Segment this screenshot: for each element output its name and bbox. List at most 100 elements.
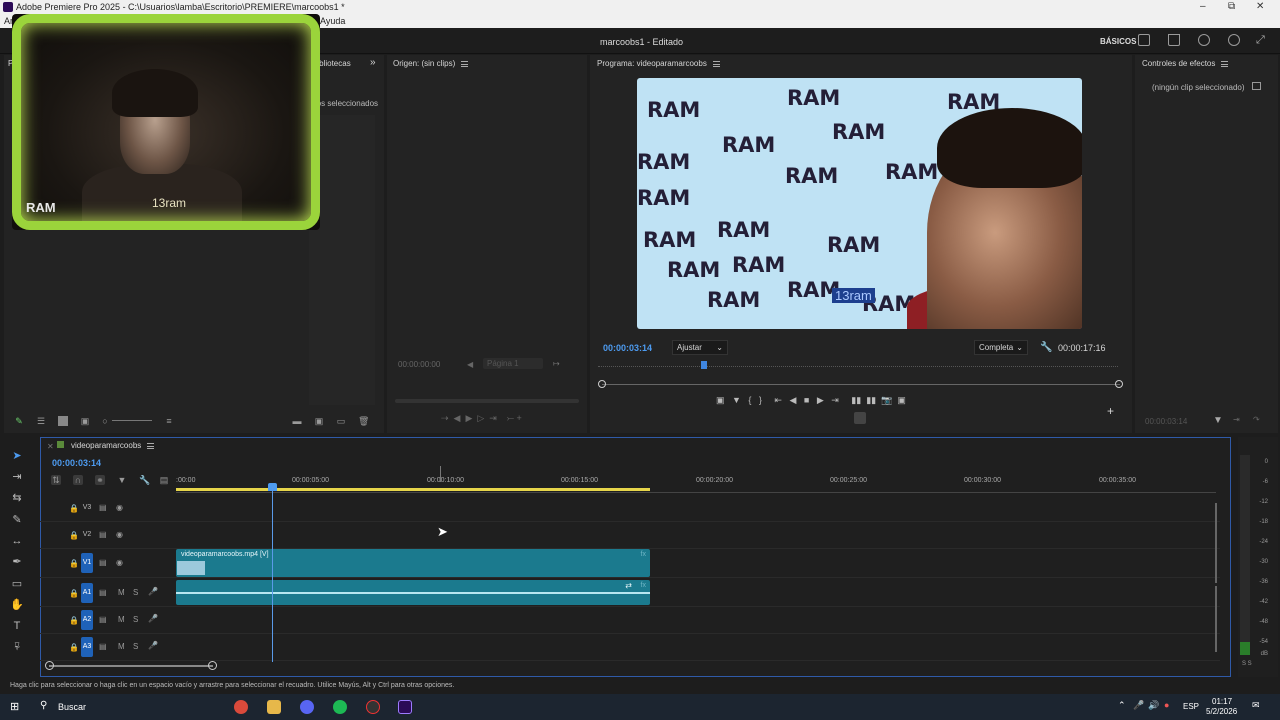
track-select-tool-icon[interactable]: ⇥ — [10, 470, 24, 484]
solo-button[interactable]: S — [133, 615, 138, 624]
linked-selection-icon[interactable]: ⚭ — [95, 475, 105, 485]
list-view-icon[interactable]: ☰ — [36, 416, 46, 426]
work-area-bar[interactable] — [176, 488, 650, 491]
sync-lock-icon[interactable]: ▤ — [99, 642, 107, 651]
sort-icon[interactable]: ≡ — [164, 416, 174, 426]
clock-time[interactable]: 01:17 — [1212, 697, 1232, 706]
snap-icon[interactable]: ∩ — [73, 475, 83, 485]
automate-icon[interactable]: ▬ — [292, 416, 302, 426]
track-a3[interactable]: 🔒 A3 ▤ M S 🎤 — [40, 634, 1220, 661]
clock-date[interactable]: 5/2/2026 — [1206, 707, 1237, 716]
mute-button[interactable]: M — [118, 642, 125, 651]
workspace-label[interactable]: BÁSICOS — [1100, 37, 1136, 46]
hand-tool-icon[interactable]: ✋ — [10, 598, 24, 612]
sync-lock-icon[interactable]: ▤ — [99, 503, 107, 512]
fit-select[interactable]: Ajustar ⌄ — [672, 340, 728, 355]
close-button[interactable]: ✕ — [1256, 1, 1264, 12]
file-explorer-icon[interactable] — [267, 700, 281, 714]
type-tool-icon[interactable]: T — [10, 619, 24, 633]
audio-clip[interactable]: ⇄ fx — [176, 580, 650, 605]
microphone-icon[interactable]: 🎤 — [148, 641, 158, 650]
zoom-handle-left[interactable] — [598, 380, 606, 388]
lock-icon[interactable]: 🔒 — [69, 589, 79, 598]
new-item-icon[interactable]: ▭ — [336, 416, 346, 426]
eye-icon[interactable]: ◉ — [116, 530, 123, 539]
export-icon[interactable]: ↷ — [1253, 415, 1260, 424]
add-marker-icon[interactable]: ▼ — [117, 475, 127, 485]
caption-tool-icon[interactable]: ⍫ — [10, 640, 24, 654]
maximize-button[interactable]: ⧉ — [1228, 1, 1235, 12]
ripple-edit-tool-icon[interactable]: ⇆ — [10, 491, 24, 505]
prev-page-icon[interactable]: ◀ — [467, 360, 473, 369]
sync-lock-icon[interactable]: ▤ — [99, 558, 107, 567]
mute-button[interactable]: M — [118, 588, 125, 597]
more-panels-icon[interactable]: » — [370, 57, 376, 68]
lock-icon[interactable]: 🔒 — [69, 504, 79, 513]
minimize-button[interactable]: – — [1200, 1, 1206, 12]
source-settings-icon[interactable]: ↦ — [553, 359, 560, 368]
fullscreen-icon[interactable]: ⤢ — [1256, 34, 1268, 46]
lock-icon[interactable]: 🔒 — [69, 531, 79, 540]
track-label[interactable]: A3 — [81, 637, 93, 657]
program-zoom-bar[interactable] — [602, 384, 1120, 385]
razor-tool-icon[interactable]: ✎ — [10, 513, 24, 527]
compare-icon[interactable] — [854, 412, 866, 424]
filter-icon[interactable]: ▼ — [1213, 415, 1223, 426]
video-clip[interactable]: videoparamarcoobs.mp4 [V] fx — [176, 549, 650, 577]
windows-start-icon[interactable]: ⊞ — [10, 700, 19, 713]
quality-select[interactable]: Completa ⌄ — [974, 340, 1028, 355]
premiere-taskbar-icon[interactable] — [398, 700, 412, 714]
timeline-settings-icon[interactable]: 🔧 — [139, 475, 150, 485]
slip-tool-icon[interactable]: ↔ — [10, 534, 24, 548]
search-icon[interactable]: ⚲ — [40, 700, 47, 711]
lock-icon[interactable]: 🔒 — [69, 643, 79, 652]
freeform-view-icon[interactable]: ▣ — [80, 416, 90, 426]
sequence-tab[interactable]: videoparamarcoobs — [71, 441, 155, 450]
obs-icon[interactable] — [366, 700, 380, 714]
captions-icon[interactable]: ▤ — [159, 475, 169, 485]
chrome-icon[interactable] — [234, 700, 248, 714]
vertical-scrollbar-video[interactable] — [1215, 503, 1217, 583]
wrench-icon[interactable]: 🔧 — [1040, 342, 1052, 353]
panel-icon[interactable] — [1138, 34, 1150, 46]
scroll-handle-right[interactable] — [208, 661, 217, 670]
volume-icon[interactable]: 🔊 — [1148, 700, 1159, 711]
effect-panel-icon[interactable] — [1252, 82, 1261, 90]
selection-tool-icon[interactable]: ➤ — [10, 449, 24, 463]
rectangle-tool-icon[interactable]: ▭ — [10, 577, 24, 591]
icon-view-icon[interactable] — [58, 416, 68, 426]
sync-lock-icon[interactable]: ▤ — [99, 530, 107, 539]
scroll-handle-left[interactable] — [45, 661, 54, 670]
spotify-icon[interactable] — [333, 700, 347, 714]
lock-icon[interactable]: 🔒 — [69, 616, 79, 625]
notification-icon[interactable]: ● — [1164, 700, 1169, 710]
close-sequence-icon[interactable]: ✕ — [47, 442, 54, 451]
trash-icon[interactable]: 🗑 — [358, 416, 369, 426]
solo-button[interactable]: S — [133, 642, 138, 651]
circle-icon[interactable] — [1198, 34, 1210, 46]
share-icon[interactable] — [1168, 34, 1180, 46]
taskbar-search[interactable]: Buscar — [58, 702, 86, 712]
vertical-scrollbar-audio[interactable] — [1215, 586, 1217, 652]
program-playhead[interactable] — [701, 361, 707, 369]
source-transport[interactable]: ⇢ ◀ ▶ ▷ ⇥ ⤚ + — [441, 413, 522, 424]
program-timecode[interactable]: 00:00:03:14 — [603, 343, 652, 353]
lock-icon[interactable]: 🔒 — [69, 559, 79, 568]
track-label[interactable]: V2 — [81, 525, 93, 545]
search-icon[interactable] — [1228, 34, 1240, 46]
zoom-slider[interactable] — [112, 420, 152, 421]
track-label[interactable]: V3 — [81, 498, 93, 518]
pen-tool-icon[interactable]: ✒ — [10, 555, 24, 569]
solo-button[interactable]: S — [133, 588, 138, 597]
source-scrub-bar[interactable] — [395, 399, 579, 403]
microphone-icon[interactable]: 🎤 — [1133, 700, 1144, 711]
page-select[interactable]: Página 1 — [483, 358, 543, 369]
track-v2[interactable]: 🔒 V2 ▤ ◉ — [40, 522, 1220, 549]
microphone-icon[interactable]: 🎤 — [148, 587, 158, 596]
sync-lock-icon[interactable]: ▤ — [99, 588, 107, 597]
program-transport[interactable]: ▣ ▼ { } ⇤ ◀ ■ ▶ ⇥ ▮▮ ▮▮ 📷 ▣ — [716, 395, 906, 406]
discord-icon[interactable] — [300, 700, 314, 714]
horizontal-scrollbar[interactable] — [49, 665, 213, 667]
zoom-slider-icon[interactable]: ○ — [100, 416, 110, 426]
chevron-up-icon[interactable]: ⌃ — [1118, 700, 1126, 711]
